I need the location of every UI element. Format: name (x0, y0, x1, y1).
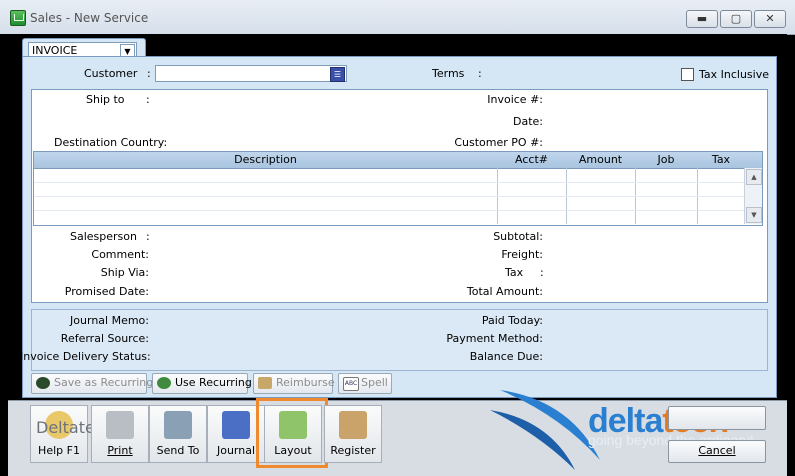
column-header-description[interactable]: Description (34, 153, 497, 166)
paid-today-label: Paid Today: (481, 314, 543, 327)
save-as-recurring-label: Save as Recurring (54, 376, 154, 389)
customer-select[interactable]: ☰ (155, 65, 347, 82)
comment-label: Comment: (91, 248, 149, 261)
cancel-label: Cancel (698, 444, 736, 457)
freight-label: Freight: (501, 248, 543, 261)
tax-inclusive-label: Tax Inclusive (699, 68, 770, 81)
table-row[interactable] (34, 210, 744, 211)
use-recurring-label: Use Recurring (175, 376, 252, 389)
payment-method-label: Payment Method: (446, 332, 543, 345)
layout-highlight (256, 398, 328, 468)
register-icon (339, 411, 367, 439)
ship-to-colon: : (146, 93, 150, 106)
tax-colon: : (540, 266, 544, 279)
send-to-label: Send To (156, 444, 200, 457)
reimburse-button[interactable]: Reimburse (253, 373, 335, 394)
reimburse-label: Reimburse (276, 376, 335, 389)
referral-source-label: Referral Source: (60, 332, 149, 345)
table-row[interactable] (34, 182, 744, 183)
close-button[interactable]: ✕ (754, 10, 786, 28)
invoice-delivery-status-label: Invoice Delivery Status: (20, 350, 151, 363)
grid-scrollbar[interactable]: ▲ ▼ (744, 168, 762, 224)
promised-date-label: Promised Date: (64, 285, 149, 298)
window-title: Sales - New Service (30, 11, 149, 25)
spell-check-icon: ABC (343, 377, 359, 391)
grid-header: Description Acct# Amount Job Tax (34, 152, 762, 169)
title-bar: Sales - New Service ▬ ▢ ✕ (0, 0, 795, 35)
cancel-button[interactable]: Cancel (668, 440, 766, 463)
customer-label: Customer (84, 67, 138, 80)
printer-icon (106, 411, 134, 439)
date-label: Date: (513, 115, 543, 128)
ship-via-label: Ship Via: (100, 266, 149, 279)
mailbox-icon (164, 411, 192, 439)
scroll-up-icon[interactable]: ▲ (746, 169, 762, 185)
line-items-grid[interactable]: Description Acct# Amount Job Tax ▲ ▼ (33, 151, 763, 226)
terms-label: Terms (432, 67, 465, 80)
reimburse-icon (258, 377, 272, 389)
tax-inclusive-checkbox[interactable] (681, 68, 694, 81)
column-header-amount[interactable]: Amount (566, 153, 635, 166)
register-button[interactable]: Register (324, 405, 382, 463)
table-row[interactable] (34, 196, 744, 197)
record-button[interactable] (668, 406, 766, 430)
recurring-icon (36, 377, 50, 389)
spell-button[interactable]: ABC Spell (338, 373, 392, 394)
help-label: Help F1 (38, 444, 80, 457)
print-label: Print (107, 444, 133, 457)
destination-country-label: Destination Country: (54, 136, 168, 149)
journal-memo-label: Journal Memo: (70, 314, 149, 327)
ship-to-label: Ship to (86, 93, 125, 106)
scroll-down-icon[interactable]: ▼ (746, 207, 762, 223)
customer-colon: : (147, 67, 151, 80)
use-recurring-button[interactable]: Use Recurring (152, 373, 252, 394)
list-icon[interactable]: ☰ (330, 67, 345, 82)
tax-label: Tax (505, 266, 524, 279)
spell-label: Spell (361, 376, 388, 389)
customer-po-label: Customer PO #: (454, 136, 543, 149)
journal-icon (222, 411, 250, 439)
column-header-job[interactable]: Job (635, 153, 697, 166)
recurring-icon (157, 377, 171, 389)
salesperson-label: Salesperson (70, 230, 137, 243)
app-icon (10, 10, 26, 26)
salesperson-colon: : (146, 230, 150, 243)
balance-due-label: Balance Due: (469, 350, 543, 363)
total-amount-label: Total Amount: (466, 285, 543, 298)
minimize-button[interactable]: ▬ (686, 10, 718, 28)
subtotal-label: Subtotal: (493, 230, 543, 243)
column-header-tax[interactable]: Tax (697, 153, 745, 166)
send-to-button[interactable]: Send To (149, 405, 207, 463)
register-label: Register (330, 444, 376, 457)
column-header-acct[interactable]: Acct# (497, 153, 566, 166)
maximize-button[interactable]: ▢ (720, 10, 752, 28)
invoice-number-label: Invoice #: (487, 93, 543, 106)
terms-colon: : (478, 67, 482, 80)
window-frame (0, 34, 8, 475)
print-button[interactable]: Print (91, 405, 149, 463)
save-as-recurring-button[interactable]: Save as Recurring (31, 373, 153, 394)
